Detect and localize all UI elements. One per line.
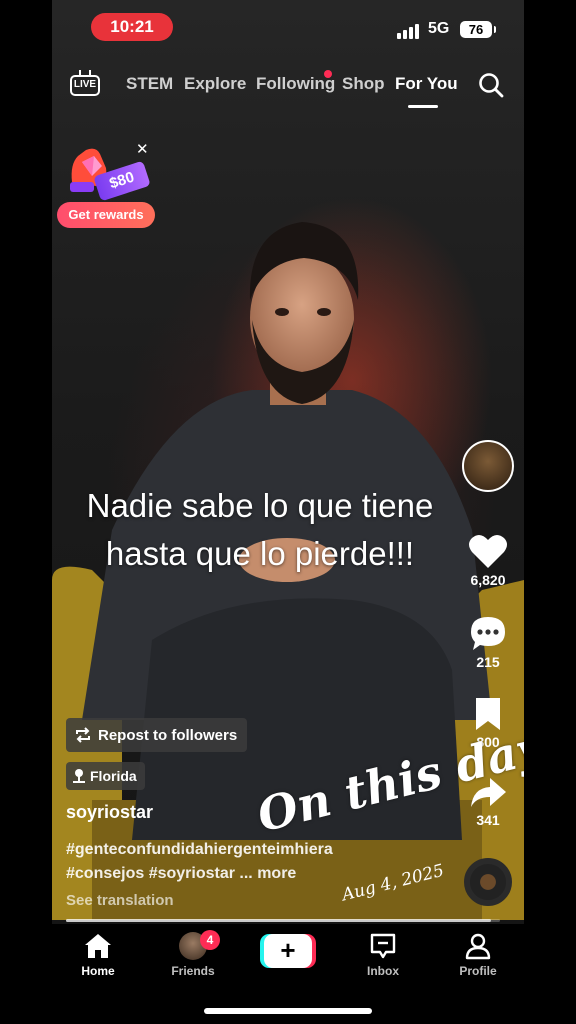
description-line: #genteconfundidahiergenteimhiera xyxy=(66,841,333,858)
profile-icon xyxy=(465,933,491,960)
creator-username[interactable]: soyriostar xyxy=(66,802,153,823)
nav-home[interactable]: Home xyxy=(58,932,138,978)
tab-stem[interactable]: STEM xyxy=(126,74,173,94)
network-type: 5G xyxy=(428,20,450,37)
nav-friends[interactable]: 4 Friends xyxy=(153,930,233,978)
comment-count: 215 xyxy=(476,654,500,670)
battery-icon: 76 xyxy=(460,21,496,38)
nav-profile-label: Profile xyxy=(459,964,497,978)
like-count: 6,820 xyxy=(470,572,506,588)
video-progress-fill xyxy=(66,919,492,922)
nav-friends-label: Friends xyxy=(171,964,215,978)
tab-explore[interactable]: Explore xyxy=(184,74,246,94)
overlay-line: hasta que lo pierde!!! xyxy=(105,535,415,572)
create-button[interactable]: + xyxy=(260,934,316,968)
search-icon[interactable] xyxy=(478,72,504,98)
live-icon[interactable]: LIVE xyxy=(70,70,100,96)
video-screen: 10:21 5G 76 LIVE STEM Explore Following … xyxy=(52,0,524,1024)
repost-button[interactable]: Repost to followers xyxy=(66,718,248,752)
inbox-icon xyxy=(370,933,396,959)
home-indicator xyxy=(204,1008,372,1014)
nav-profile[interactable]: Profile xyxy=(438,932,518,978)
top-nav: LIVE STEM Explore Following Shop For You xyxy=(52,64,524,108)
nav-home-label: Home xyxy=(81,964,115,978)
see-translation-link[interactable]: See translation xyxy=(66,892,174,909)
heart-icon xyxy=(469,534,507,568)
status-bar: 10:21 5G 76 xyxy=(52,0,524,54)
tab-for-you[interactable]: For You xyxy=(395,74,458,94)
share-count: 341 xyxy=(476,812,500,828)
following-notification-dot xyxy=(324,70,332,78)
repost-icon xyxy=(76,727,90,743)
plus-icon: + xyxy=(264,934,312,968)
close-icon[interactable]: ✕ xyxy=(136,140,149,158)
tab-following[interactable]: Following xyxy=(256,74,335,94)
comment-icon xyxy=(471,617,505,650)
live-label: LIVE xyxy=(70,75,100,96)
status-time[interactable]: 10:21 xyxy=(91,13,173,41)
active-tab-indicator xyxy=(408,105,438,108)
home-icon xyxy=(85,934,111,958)
music-disc-icon[interactable] xyxy=(464,858,512,906)
cellular-signal-icon xyxy=(397,23,423,39)
nav-inbox-label: Inbox xyxy=(367,964,399,978)
bottom-nav: Home 4 Friends + Inbox Profile xyxy=(52,924,524,1024)
location-tag[interactable]: Florida xyxy=(66,762,145,790)
like-button[interactable]: 6,820 xyxy=(462,532,514,588)
creator-avatar[interactable] xyxy=(462,440,514,492)
comment-button[interactable]: 215 xyxy=(462,614,514,670)
tab-shop[interactable]: Shop xyxy=(342,74,385,94)
friends-badge: 4 xyxy=(200,930,220,950)
repost-label: Repost to followers xyxy=(98,726,238,744)
video-caption-overlay: Nadie sabe lo que tiene hasta que lo pie… xyxy=(52,482,520,578)
overlay-line: Nadie sabe lo que tiene xyxy=(86,487,434,524)
location-label: Florida xyxy=(90,768,137,784)
video-progress-bar[interactable] xyxy=(66,919,500,922)
location-pin-icon xyxy=(73,769,85,783)
nav-inbox[interactable]: Inbox xyxy=(343,932,423,978)
